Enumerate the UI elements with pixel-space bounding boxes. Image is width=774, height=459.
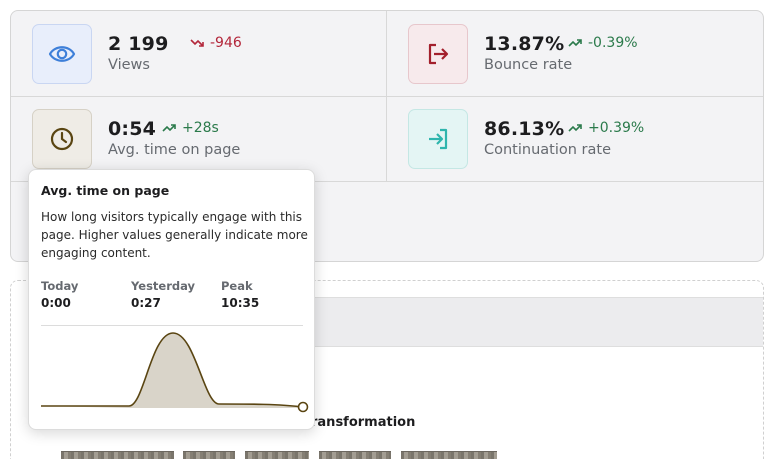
bounce-delta: -0.39%	[568, 35, 638, 51]
trend-up-icon	[568, 39, 582, 47]
stat-value-peak: 10:35	[221, 296, 260, 310]
continuation-value: 86.13%	[484, 118, 565, 140]
tooltip-description: How long visitors typically engage with …	[41, 210, 308, 260]
image-thumbnail[interactable]	[183, 451, 235, 459]
views-icon-tile	[32, 24, 92, 84]
image-thumbnail[interactable]	[61, 451, 174, 459]
continuation-delta-value: +0.39%	[588, 120, 645, 136]
trend-up-icon	[162, 124, 176, 132]
bounce-icon-tile	[408, 24, 468, 84]
trend-up-icon	[568, 124, 582, 132]
sparkline-area	[41, 333, 303, 408]
stat-value-yesterday: 0:27	[131, 296, 161, 310]
sparkline-end-marker	[297, 401, 309, 413]
stat-value-today: 0:00	[41, 296, 71, 310]
grid-divider-horizontal	[11, 96, 763, 97]
clock-icon	[50, 127, 74, 151]
time-value: 0:54	[108, 118, 157, 140]
time-delta-value: +28s	[182, 120, 219, 136]
metric-tooltip: Avg. time on page How long visitors typi…	[28, 169, 315, 430]
metric-views[interactable]: 2 199 -946 Views	[32, 24, 392, 94]
continuation-delta: +0.39%	[568, 120, 644, 136]
views-delta: -946	[190, 35, 242, 51]
tooltip-title: Avg. time on page	[41, 183, 170, 198]
bounce-label: Bounce rate	[484, 57, 573, 73]
time-icon-tile	[32, 109, 92, 169]
time-label: Avg. time on page	[108, 142, 241, 158]
stat-label-peak: Peak	[221, 279, 253, 293]
metric-bounce-rate[interactable]: 13.87% -0.39% Bounce rate	[408, 24, 763, 94]
eye-icon	[48, 46, 76, 62]
views-label: Views	[108, 57, 150, 73]
bounce-value: 13.87%	[484, 33, 565, 55]
image-thumbnail[interactable]	[401, 451, 497, 459]
views-value: 2 199	[108, 33, 169, 55]
time-delta: +28s	[162, 120, 219, 136]
section-heading: ransformation	[311, 415, 416, 430]
image-thumbnail[interactable]	[319, 451, 391, 459]
trend-down-icon	[190, 39, 204, 47]
continuation-icon-tile	[408, 109, 468, 169]
stat-label-yesterday: Yesterday	[131, 279, 196, 293]
bounce-delta-value: -0.39%	[588, 35, 638, 51]
continuation-label: Continuation rate	[484, 142, 612, 158]
tooltip-divider	[41, 325, 303, 326]
stat-label-today: Today	[41, 279, 79, 293]
exit-icon	[428, 43, 449, 65]
sparkline-chart	[41, 332, 309, 413]
metric-continuation-rate[interactable]: 86.13% +0.39% Continuation rate	[408, 109, 763, 179]
views-delta-value: -946	[210, 35, 242, 51]
image-thumbnail[interactable]	[245, 451, 309, 459]
enter-icon	[429, 128, 448, 150]
